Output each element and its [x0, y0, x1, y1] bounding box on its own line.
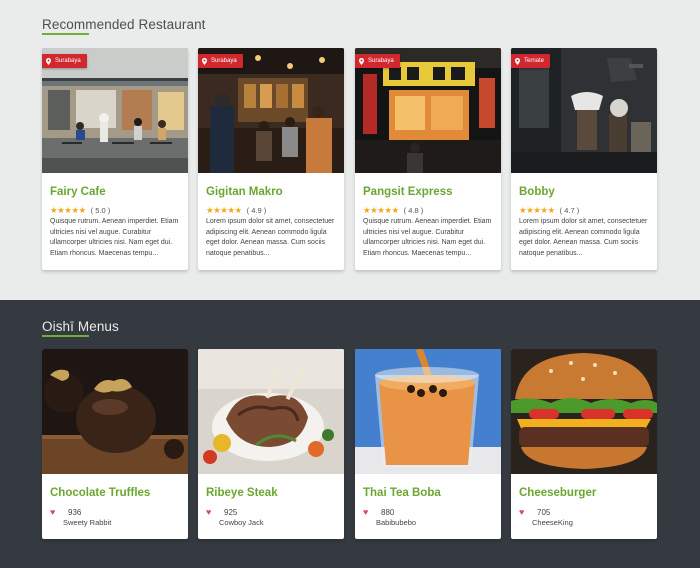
location-badge[interactable]: Surabaya: [355, 54, 400, 68]
location-label: Surabaya: [55, 58, 81, 64]
rating-value: ( 4.8 ): [403, 205, 424, 215]
star-icon: ★★★★★: [363, 204, 399, 215]
menu-photo: [355, 349, 501, 474]
rating-row: ★★★★★ ( 4.9 ): [206, 205, 266, 215]
star-icon: ★★★★★: [206, 204, 242, 215]
map-pin-icon: [515, 57, 520, 65]
menu-photo: [42, 349, 188, 474]
title-underline: [42, 335, 89, 337]
menu-card[interactable]: Ribeye Steak ♥ 925 Cowboy Jack: [198, 349, 344, 539]
star-icon: ★★★★★: [50, 204, 86, 215]
recommended-section: Recommended Restaurant Surabaya Fairy Ca…: [0, 0, 700, 300]
location-label: Ternate: [524, 58, 545, 64]
card-body: Cheeseburger ♥ 705 CheeseKing: [511, 474, 657, 539]
card-body: Chocolate Truffles ♥ 936 Sweety Rabbit: [42, 474, 188, 539]
heart-icon[interactable]: ♥: [206, 507, 216, 517]
card-body: Pangsit Express ★★★★★ ( 4.8 ) Quisque ru…: [355, 173, 501, 270]
like-count: 880: [381, 507, 395, 517]
like-count: 925: [224, 507, 238, 517]
card-body: Gigitan Makro ★★★★★ ( 4.9 ) Lorem ipsum …: [198, 173, 344, 270]
location-label: Surabaya: [368, 58, 394, 64]
author-name: Cowboy Jack: [219, 518, 264, 527]
card-body: Fairy Cafe ★★★★★ ( 5.0 ) Quisque rutrum.…: [42, 173, 188, 270]
menu-name[interactable]: Ribeye Steak: [206, 487, 278, 499]
menus-section: Oishī Menus Chocolate Truffles ♥ 936 Swe…: [0, 300, 700, 568]
star-icon: ★★★★★: [519, 204, 555, 215]
restaurant-description: Quisque rutrum. Aenean imperdiet. Etiam …: [363, 218, 492, 257]
card-body: Ribeye Steak ♥ 925 Cowboy Jack: [198, 474, 344, 539]
card-body: Thai Tea Boba ♥ 880 Babibubebo: [355, 474, 501, 539]
location-badge[interactable]: Surabaya: [42, 54, 87, 68]
restaurant-description: Lorem ipsum dolor sit amet, consectetuer…: [519, 218, 648, 257]
rating-row: ★★★★★ ( 5.0 ): [50, 205, 110, 215]
rating-row: ★★★★★ ( 4.7 ): [519, 205, 579, 215]
map-pin-icon: [46, 57, 51, 65]
map-pin-icon: [359, 57, 364, 65]
restaurant-name[interactable]: Bobby: [519, 186, 555, 198]
rating-row: ★★★★★ ( 4.8 ): [363, 205, 423, 215]
heart-icon[interactable]: ♥: [50, 507, 60, 517]
menu-name[interactable]: Cheeseburger: [519, 487, 596, 499]
author-name: CheeseKing: [532, 518, 573, 527]
restaurant-card[interactable]: Surabaya Gigitan Makro ★★★★★ ( 4.9 ) Lor…: [198, 48, 344, 270]
heart-icon[interactable]: ♥: [519, 507, 529, 517]
card-body: Bobby ★★★★★ ( 4.7 ) Lorem ipsum dolor si…: [511, 173, 657, 270]
menu-name[interactable]: Thai Tea Boba: [363, 487, 441, 499]
restaurant-name[interactable]: Fairy Cafe: [50, 186, 106, 198]
menu-photo: [198, 349, 344, 474]
heart-icon[interactable]: ♥: [363, 507, 373, 517]
likes-row: ♥ 936: [50, 507, 81, 517]
author-name: Babibubebo: [376, 518, 417, 527]
like-count: 936: [68, 507, 82, 517]
menu-card[interactable]: Chocolate Truffles ♥ 936 Sweety Rabbit: [42, 349, 188, 539]
menu-card[interactable]: Thai Tea Boba ♥ 880 Babibubebo: [355, 349, 501, 539]
recommended-title: Recommended Restaurant: [42, 17, 206, 32]
menu-photo: [511, 349, 657, 474]
restaurant-name[interactable]: Gigitan Makro: [206, 186, 283, 198]
restaurant-description: Lorem ipsum dolor sit amet, consectetuer…: [206, 218, 335, 257]
rating-value: ( 4.7 ): [559, 205, 580, 215]
like-count: 705: [537, 507, 551, 517]
menus-title: Oishī Menus: [42, 319, 119, 334]
menu-card[interactable]: Cheeseburger ♥ 705 CheeseKing: [511, 349, 657, 539]
rating-value: ( 4.9 ): [246, 205, 267, 215]
location-badge[interactable]: Ternate: [511, 54, 551, 68]
restaurant-description: Quisque rutrum. Aenean imperdiet. Etiam …: [50, 218, 179, 257]
restaurant-card[interactable]: Surabaya Pangsit Express ★★★★★ ( 4.8 ) Q…: [355, 48, 501, 270]
restaurant-card[interactable]: Ternate Bobby ★★★★★ ( 4.7 ) Lorem ipsum …: [511, 48, 657, 270]
location-label: Surabaya: [211, 58, 237, 64]
restaurant-card[interactable]: Surabaya Fairy Cafe ★★★★★ ( 5.0 ) Quisqu…: [42, 48, 188, 270]
map-pin-icon: [202, 57, 207, 65]
likes-row: ♥ 925: [206, 507, 237, 517]
rating-value: ( 5.0 ): [90, 205, 111, 215]
location-badge[interactable]: Surabaya: [198, 54, 243, 68]
author-name: Sweety Rabbit: [63, 518, 112, 527]
restaurant-name[interactable]: Pangsit Express: [363, 186, 452, 198]
likes-row: ♥ 705: [519, 507, 550, 517]
likes-row: ♥ 880: [363, 507, 394, 517]
title-underline: [42, 33, 89, 35]
menu-name[interactable]: Chocolate Truffles: [50, 487, 150, 499]
